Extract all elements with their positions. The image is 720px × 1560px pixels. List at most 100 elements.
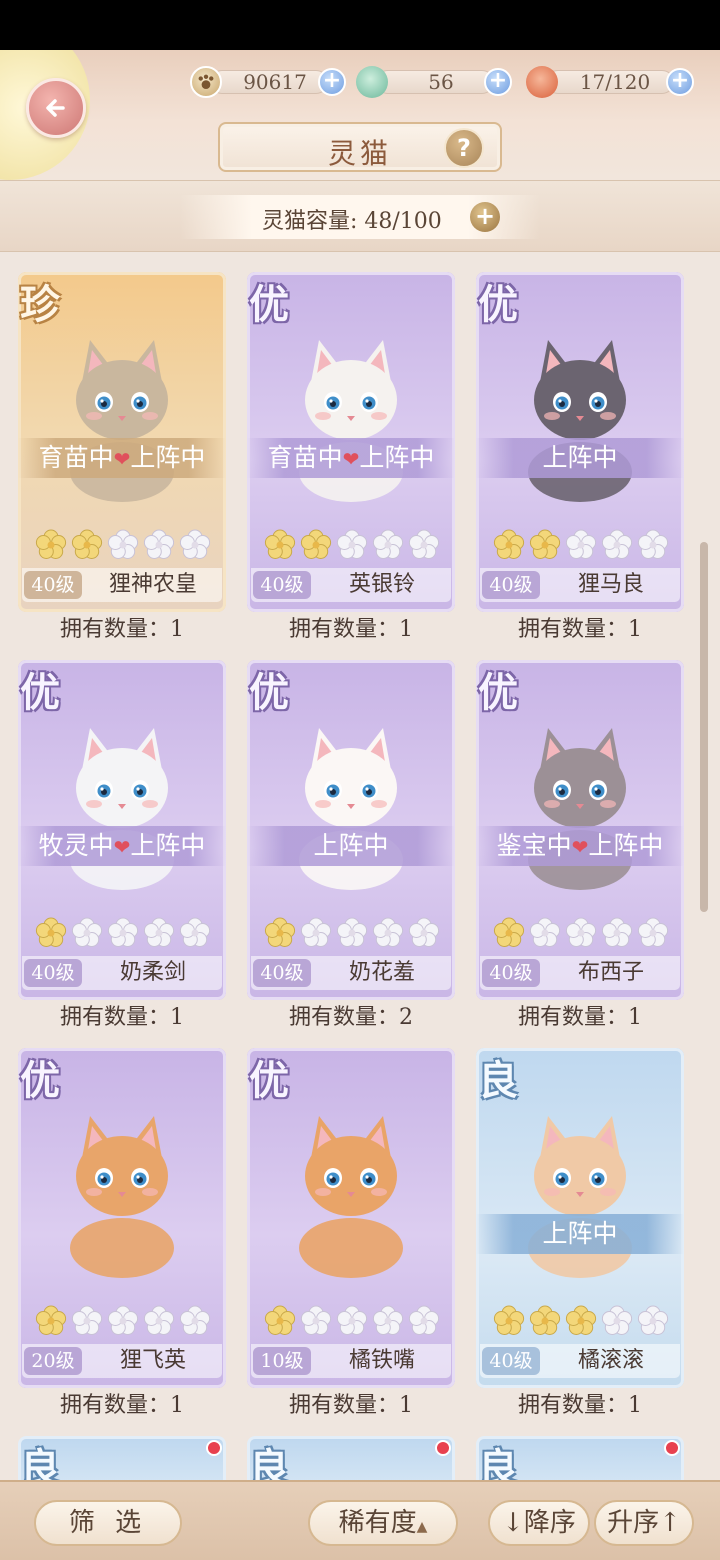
add-capacity-button[interactable]: + [470, 202, 500, 232]
caret-up-icon: ▲ [416, 1519, 428, 1535]
level-badge: 10级 [253, 1347, 311, 1375]
star-filled-icon [34, 1304, 68, 1338]
star-empty-icon [564, 528, 598, 562]
star-empty-icon [335, 1304, 369, 1338]
heart-icon: ❤ [113, 835, 131, 859]
star-empty-icon [70, 1304, 104, 1338]
cat-card[interactable]: 优 上阵中 40级 狸马良 [476, 272, 684, 612]
cat-card[interactable]: 珍 育苗中❤上阵中 40级 狸神农皇 [18, 272, 226, 612]
star-empty-icon [299, 916, 333, 950]
ascending-button[interactable]: 升序↑ [594, 1500, 694, 1546]
notification-dot [206, 1440, 222, 1456]
status-text: 上阵中 [542, 1219, 618, 1248]
cat-card[interactable]: 良 [476, 1436, 684, 1480]
heart-icon: ❤ [113, 447, 131, 471]
back-arrow-icon [46, 99, 65, 117]
star-empty-icon [106, 1304, 140, 1338]
cat-card[interactable]: 优 鉴宝中❤上阵中 40级 布西子 [476, 660, 684, 1000]
rarity-sort-label: 稀有度 [338, 1508, 417, 1538]
level-badge: 40级 [24, 571, 82, 599]
cat-name: 狸马良 [577, 572, 644, 597]
help-button[interactable]: ? [444, 128, 484, 168]
status-text: 育苗中 [38, 443, 114, 472]
cat-card[interactable]: 良 [18, 1436, 226, 1480]
add-jade-button[interactable]: + [484, 68, 512, 96]
star-empty-icon [142, 528, 176, 562]
cat-card[interactable]: 优 10级 橘铁嘴 [247, 1048, 455, 1388]
cat-card[interactable]: 优 育苗中❤上阵中 40级 英银铃 [247, 272, 455, 612]
star-empty-icon [371, 1304, 405, 1338]
status-text: 上阵中 [313, 831, 389, 860]
rarity-sort-button[interactable]: 稀有度▲ [308, 1500, 458, 1546]
status-text: 上阵中 [130, 443, 206, 472]
status-banner: 牧灵中❤上阵中 [18, 826, 226, 866]
status-bar [0, 0, 720, 50]
rarity-badge: 良 [478, 1057, 518, 1104]
rarity-badge: 良 [20, 1445, 60, 1480]
star-rating [492, 916, 672, 950]
jade-value: 56 [428, 70, 454, 94]
cat-name: 奶花羞 [348, 960, 415, 985]
star-empty-icon [600, 916, 634, 950]
star-empty-icon [371, 916, 405, 950]
capacity-text: 灵猫容量: 48/100 [262, 209, 442, 234]
cat-card[interactable]: 优 牧灵中❤上阵中 40级 奶柔剑 [18, 660, 226, 1000]
status-banner: 上阵中 [476, 438, 684, 478]
status-text: 上阵中 [359, 443, 435, 472]
notification-dot [435, 1440, 451, 1456]
star-filled-icon [492, 916, 526, 950]
status-text: 牧灵中 [38, 831, 114, 860]
star-filled-icon [34, 916, 68, 950]
star-filled-icon [263, 916, 297, 950]
owned-count: 拥有数量：1 [518, 617, 642, 642]
notification-dot [664, 1440, 680, 1456]
star-empty-icon [335, 528, 369, 562]
filter-button[interactable]: 筛 选 [34, 1500, 182, 1546]
status-text: 育苗中 [267, 443, 343, 472]
cat-card[interactable]: 良 [247, 1436, 455, 1480]
rarity-badge: 优 [478, 669, 518, 716]
star-empty-icon [106, 916, 140, 950]
star-rating [34, 528, 214, 562]
star-empty-icon [371, 528, 405, 562]
rarity-badge: 良 [249, 1445, 289, 1480]
owned-count: 拥有数量：1 [518, 1393, 642, 1418]
level-badge: 40级 [482, 571, 540, 599]
owned-count: 拥有数量：1 [518, 1005, 642, 1030]
add-paw-coin-button[interactable]: + [318, 68, 346, 96]
owned-count: 拥有数量：1 [60, 1005, 184, 1030]
owned-count: 拥有数量：1 [60, 1393, 184, 1418]
level-badge: 40级 [253, 571, 311, 599]
cat-card[interactable]: 良 上阵中 40级 橘滚滚 [476, 1048, 684, 1388]
add-food-button[interactable]: + [666, 68, 694, 96]
star-filled-icon [263, 1304, 297, 1338]
cat-card[interactable]: 优 20级 狸飞英 [18, 1048, 226, 1388]
level-badge: 40级 [24, 959, 82, 987]
level-badge: 20级 [24, 1347, 82, 1375]
status-banner: 上阵中 [247, 826, 455, 866]
descending-button[interactable]: ↓降序 [488, 1500, 590, 1546]
star-empty-icon [407, 528, 441, 562]
scrollbar-thumb[interactable] [700, 542, 708, 912]
status-banner: 育苗中❤上阵中 [18, 438, 226, 478]
star-rating [34, 1304, 214, 1338]
status-text: 上阵中 [588, 831, 664, 860]
cat-name: 布西子 [577, 960, 644, 985]
star-filled-icon [528, 528, 562, 562]
status-text: 上阵中 [542, 443, 618, 472]
star-empty-icon [142, 916, 176, 950]
back-button[interactable] [26, 78, 86, 138]
cat-card[interactable]: 优 上阵中 40级 奶花羞 [247, 660, 455, 1000]
owned-count: 拥有数量：1 [289, 1393, 413, 1418]
rarity-badge: 珍 [20, 281, 60, 328]
star-empty-icon [70, 916, 104, 950]
star-empty-icon [407, 916, 441, 950]
star-filled-icon [564, 1304, 598, 1338]
star-rating [263, 1304, 443, 1338]
star-filled-icon [299, 528, 333, 562]
rarity-badge: 优 [20, 669, 60, 716]
status-banner: 上阵中 [476, 1214, 684, 1254]
status-banner: 育苗中❤上阵中 [247, 438, 455, 478]
capacity-bar: 灵猫容量: 48/100 + [0, 180, 720, 252]
cat-name: 狸神农皇 [108, 572, 197, 597]
